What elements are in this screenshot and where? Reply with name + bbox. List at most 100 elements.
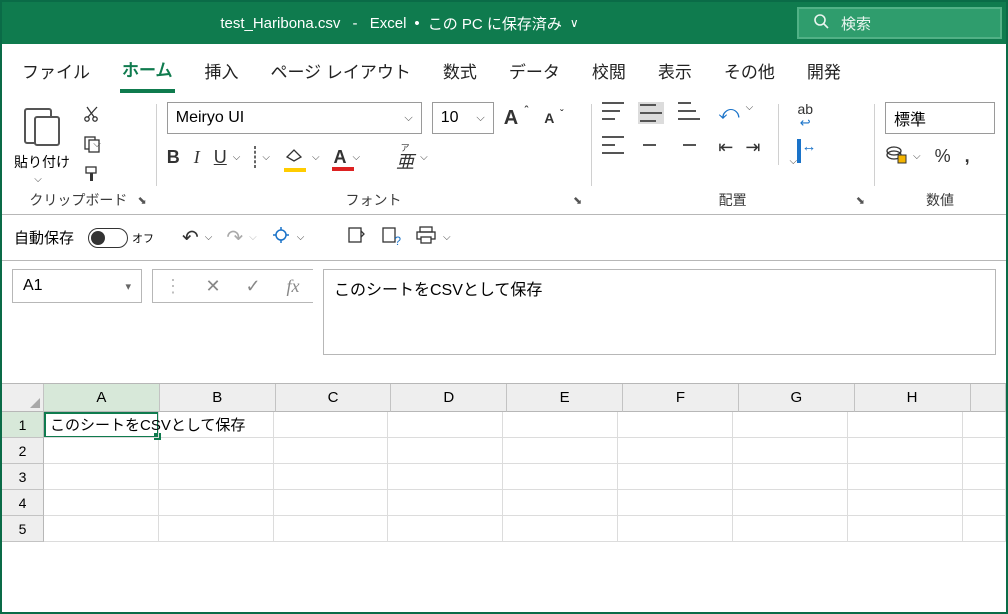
cell-G2[interactable] [733,438,848,464]
cell-G3[interactable] [733,464,848,490]
align-top-button[interactable] [602,102,624,124]
cell-A4[interactable] [44,490,159,516]
column-header-F[interactable]: F [623,384,739,412]
chevron-down-icon[interactable]: ▾ [125,280,131,293]
column-header-G[interactable]: G [739,384,855,412]
comma-style-button[interactable]: , [965,146,970,167]
cell-A3[interactable] [44,464,159,490]
cut-button[interactable] [80,102,104,126]
cell-H2[interactable] [848,438,963,464]
dialog-launcher-icon[interactable]: ⬊ [573,194,582,207]
cell-G5[interactable] [733,516,848,542]
row-header-4[interactable]: 4 [2,490,44,516]
tab-data[interactable]: データ [507,48,562,91]
align-middle-button[interactable] [638,102,664,124]
cell-H3[interactable] [848,464,963,490]
enter-formula-button[interactable]: ✓ [233,276,273,297]
cell-F1[interactable] [618,412,733,438]
cell-H1[interactable] [848,412,963,438]
align-bottom-button[interactable] [678,102,700,124]
cell-E5[interactable] [503,516,618,542]
row-header-5[interactable]: 5 [2,516,44,542]
number-format-combo[interactable]: 標準 [885,102,995,134]
print-button[interactable] [415,225,437,251]
fx-icon[interactable]: fx [273,276,313,297]
cell-F2[interactable] [618,438,733,464]
chevron-down-icon[interactable]: ⌵ [205,232,213,243]
cell-B5[interactable] [159,516,274,542]
bold-button[interactable]: B [167,147,180,168]
align-right-button[interactable] [674,136,696,154]
touch-mode-button[interactable] [271,225,291,251]
chevron-down-icon[interactable]: ⌵ [420,152,428,163]
fill-color-button[interactable] [284,147,306,169]
select-all-corner[interactable] [2,384,44,412]
chevron-down-icon[interactable]: ⌵ [233,152,241,163]
dialog-launcher-icon[interactable]: ⬊ [856,194,865,207]
undo-button[interactable]: ↶ [182,225,199,250]
column-header-A[interactable]: A [44,384,160,412]
cell-A5[interactable] [44,516,159,542]
chevron-down-icon[interactable]: ⌵ [746,102,754,125]
chevron-down-icon[interactable]: ⌵ [443,232,451,243]
cell-F5[interactable] [618,516,733,542]
cell-C1[interactable] [274,412,389,438]
cell-E1[interactable] [503,412,618,438]
cell-C2[interactable] [274,438,389,464]
tab-home[interactable]: ホーム [120,46,175,93]
chevron-down-icon[interactable]: ⌵ [312,152,320,163]
cell-H4[interactable] [848,490,963,516]
column-header-D[interactable]: D [391,384,507,412]
italic-button[interactable]: I [194,147,200,168]
chevron-down-icon[interactable]: ⌵ [476,112,484,125]
chevron-down-icon[interactable]: ⌵ [789,156,813,167]
cell-G4[interactable] [733,490,848,516]
formula-options-icon[interactable]: ⋮ [153,276,193,297]
cell-E2[interactable] [503,438,618,464]
tab-other[interactable]: その他 [722,48,777,91]
cell-A1[interactable]: このシートをCSVとして保存 [44,412,159,438]
phonetic-guide-button[interactable]: ア亜 [396,144,414,171]
tab-review[interactable]: 校閲 [590,48,628,91]
cell-A2[interactable] [44,438,159,464]
decrease-font-size-button[interactable]: Aˇ [544,110,554,126]
column-header-C[interactable]: C [276,384,392,412]
chevron-down-icon[interactable]: ⌵ [404,112,412,125]
chevron-down-icon[interactable]: ∨ [570,16,579,30]
cell-F4[interactable] [618,490,733,516]
tab-formulas[interactable]: 数式 [441,48,479,91]
column-header-H[interactable]: H [855,384,971,412]
column-header-partial[interactable] [971,384,1006,412]
chevron-down-icon[interactable]: ⌵ [353,152,361,163]
cell-D3[interactable] [388,464,503,490]
align-center-button[interactable] [638,136,660,154]
cell-partial-5[interactable] [963,516,1007,542]
cell-B4[interactable] [159,490,274,516]
orientation-button[interactable]: ⤺ [718,102,739,125]
align-left-button[interactable] [602,136,624,154]
paste-button[interactable]: 貼り付け ⌵ [12,102,72,185]
format-painter-button[interactable] [80,162,104,186]
autosave-toggle[interactable] [88,228,128,248]
decrease-indent-button[interactable]: ⇤ [718,137,733,158]
increase-indent-button[interactable]: ⇥ [745,137,760,158]
copy-button[interactable]: ⌵ [80,132,104,156]
formula-bar[interactable]: このシートをCSVとして保存 [323,269,996,355]
increase-font-size-button[interactable]: Aˆ [504,107,518,130]
currency-button[interactable] [885,144,907,169]
search-box[interactable]: 検索 [797,7,1002,39]
cell-B2[interactable] [159,438,274,464]
cell-H5[interactable] [848,516,963,542]
row-header-3[interactable]: 3 [2,464,44,490]
chevron-down-icon[interactable]: ⌵ [913,151,921,162]
tab-developer[interactable]: 開発 [805,48,843,91]
worksheet-grid[interactable]: A B C D E F G H 1 このシートをCSVとして保存 2 3 4 5 [2,383,1006,542]
cell-partial-3[interactable] [963,464,1007,490]
cell-E3[interactable] [503,464,618,490]
chevron-down-icon[interactable]: ⌵ [297,232,305,243]
dialog-launcher-icon[interactable]: ⬊ [138,194,147,207]
wrap-text-button[interactable]: ab↩ [797,102,813,129]
cell-B3[interactable] [159,464,274,490]
cell-partial-4[interactable] [963,490,1007,516]
font-size-combo[interactable]: 10⌵ [432,102,494,134]
